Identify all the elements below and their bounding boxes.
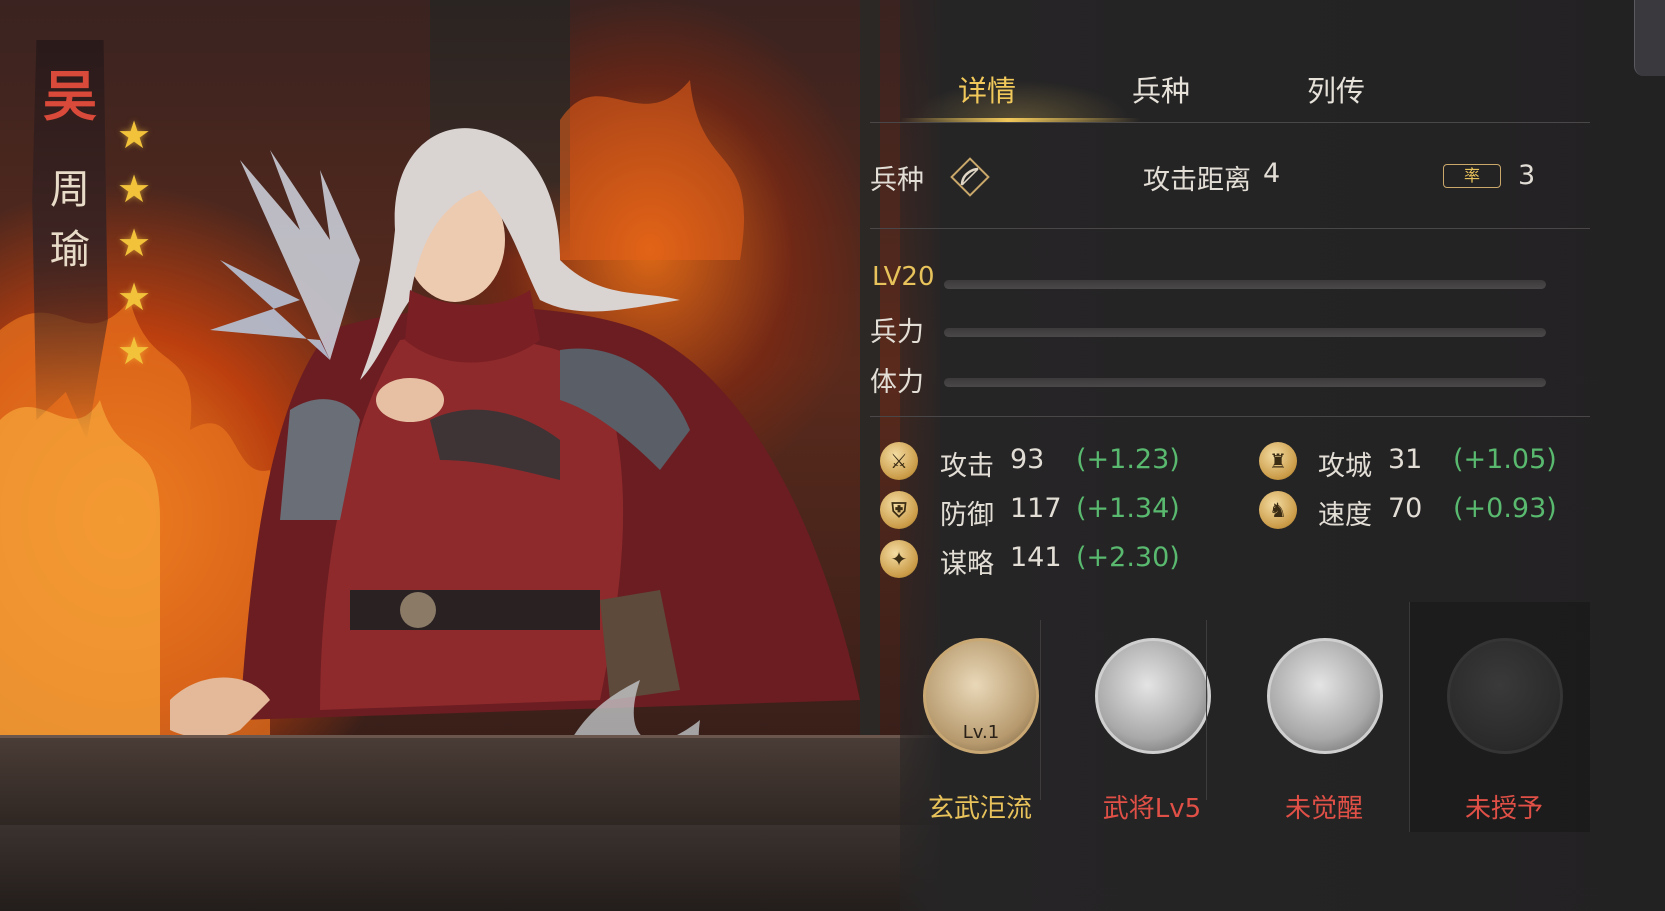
stat-speed-bonus: (+0.93) xyxy=(1453,493,1557,524)
stat-strategy-value: 141 xyxy=(1010,542,1062,573)
skill-name: 未授予 xyxy=(1464,794,1543,824)
level-label: LV20 xyxy=(872,262,935,292)
troops-label: 兵力 xyxy=(870,317,924,348)
lead-cost-value: 3 xyxy=(1518,160,1536,191)
shield-icon: ⛨ xyxy=(880,491,918,529)
skill-level: Lv.1 xyxy=(962,722,1000,743)
attack-range-value: 4 xyxy=(1263,158,1281,189)
skill-slot-2[interactable]: 武将Lv5 xyxy=(1067,610,1237,910)
star-rating: ★ ★ ★ ★ ★ xyxy=(112,108,156,378)
ship-railing xyxy=(0,735,940,828)
star-icon: ★ xyxy=(116,221,152,265)
skill-slot-3[interactable]: 未觉醒 xyxy=(1239,610,1409,910)
hero-portrait: 吴 周 瑜 ★ ★ ★ ★ ★ xyxy=(0,0,940,911)
hero-name-char-2: 瑜 xyxy=(50,227,90,273)
skill-separator xyxy=(1206,620,1207,800)
stat-siege-value: 31 xyxy=(1388,444,1423,475)
stat-attack-label: 攻击 xyxy=(940,451,994,482)
star-icon: ★ xyxy=(116,167,152,211)
unit-divider xyxy=(870,228,1590,229)
unit-type-label: 兵种 xyxy=(870,165,924,196)
stat-defense-label: 防御 xyxy=(940,500,994,531)
attack-range-label: 攻击距离 xyxy=(1143,165,1251,196)
stamina-label: 体力 xyxy=(870,367,924,398)
level-progress-bar xyxy=(944,280,1546,289)
locked-chain-icon xyxy=(1267,638,1383,754)
horse-icon: ♞ xyxy=(1259,491,1297,529)
stamina-progress-bar xyxy=(944,378,1546,387)
star-icon: ★ xyxy=(116,113,152,157)
corner-menu-button[interactable] xyxy=(1634,0,1665,76)
tab-biography[interactable]: 列传 xyxy=(1307,60,1365,122)
skill-name: 武将Lv5 xyxy=(1102,794,1202,824)
stat-attack-bonus: (+1.23) xyxy=(1076,444,1180,475)
star-icon: ★ xyxy=(116,275,152,319)
dragon-emblem-icon xyxy=(1447,638,1563,754)
siege-icon: ♜ xyxy=(1259,442,1297,480)
tab-details[interactable]: 详情 xyxy=(958,60,1016,122)
bow-icon xyxy=(950,157,990,197)
stat-speed-value: 70 xyxy=(1388,493,1423,524)
stat-strategy-label: 谋略 xyxy=(940,549,994,580)
stats-divider xyxy=(870,416,1590,417)
stat-siege-label: 攻城 xyxy=(1318,451,1372,482)
locked-chain-icon xyxy=(1095,638,1211,754)
detail-panel: 详情 兵种 列传 兵种 攻击距离 4 率 3 LV20 兵力 体力 ⚔ 攻击 9… xyxy=(870,0,1665,911)
tab-divider xyxy=(870,122,1590,123)
stat-defense-value: 117 xyxy=(1010,493,1062,524)
faction-label: 吴 xyxy=(43,64,97,128)
hero-name: 周 瑜 xyxy=(40,160,100,280)
tab-bar: 详情 兵种 列传 xyxy=(900,60,1520,122)
skill-separator xyxy=(1040,620,1041,800)
hero-name-char-1: 周 xyxy=(50,167,90,213)
stat-defense-bonus: (+1.34) xyxy=(1076,493,1180,524)
strategy-icon: ✦ xyxy=(880,540,918,578)
skill-name: 未觉醒 xyxy=(1284,794,1363,824)
skill-slot-4[interactable]: 未授予 xyxy=(1409,602,1590,910)
lead-cost-icon: 率 xyxy=(1443,164,1501,188)
skill-slots: Lv.1 玄武洰流 武将Lv5 未觉醒 未授予 xyxy=(923,602,1655,910)
tab-troops[interactable]: 兵种 xyxy=(1132,60,1190,122)
sword-icon: ⚔ xyxy=(880,442,918,480)
stat-attack-value: 93 xyxy=(1010,444,1045,475)
stat-speed-label: 速度 xyxy=(1318,500,1372,531)
star-icon: ★ xyxy=(116,329,152,373)
tab-active-glow xyxy=(910,80,1130,120)
stat-strategy-bonus: (+2.30) xyxy=(1076,542,1180,573)
stat-siege-bonus: (+1.05) xyxy=(1453,444,1557,475)
troops-progress-bar xyxy=(944,328,1546,337)
ship-deck xyxy=(0,825,940,911)
